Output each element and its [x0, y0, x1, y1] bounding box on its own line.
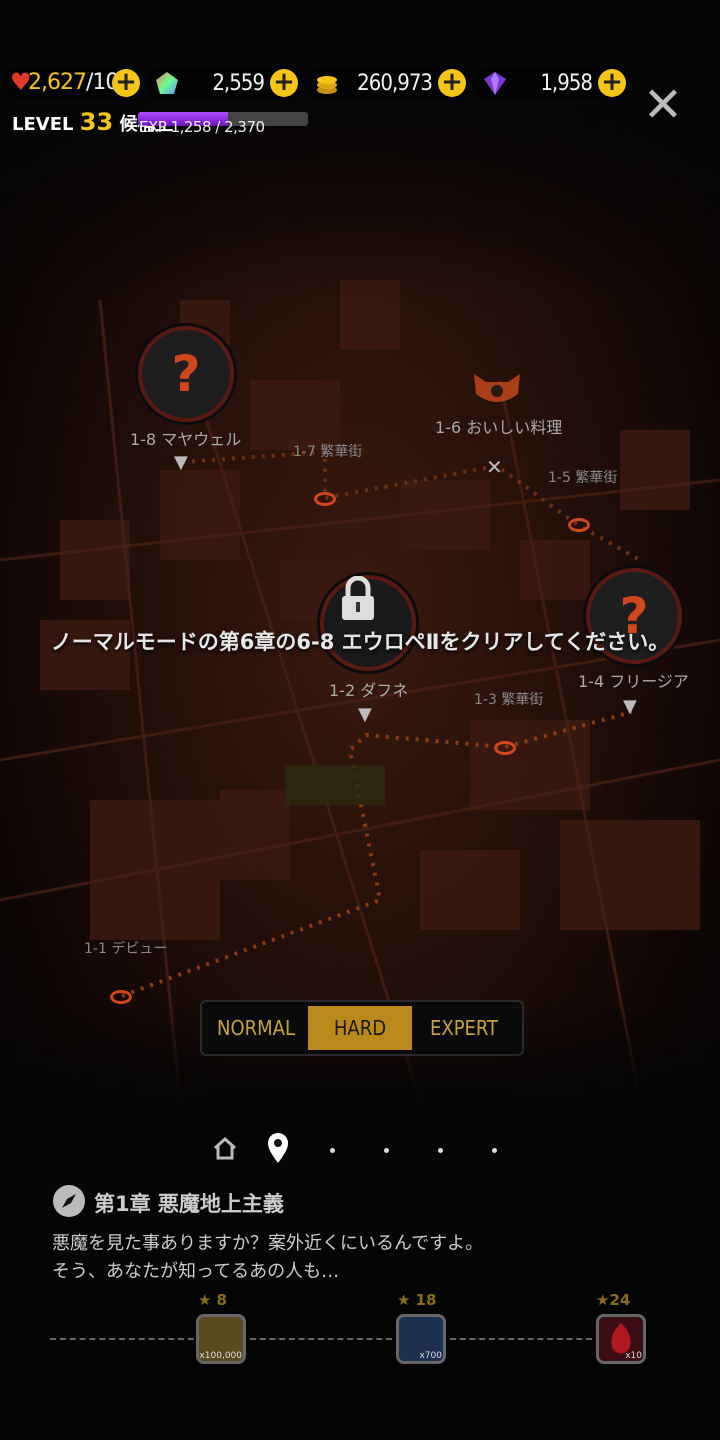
- page-dot[interactable]: [492, 1148, 497, 1153]
- reward-track: [250, 1338, 392, 1340]
- stage-label-1-3: 1-3 繁華街: [474, 692, 544, 708]
- crossed-swords-icon: ✕: [486, 455, 503, 479]
- add-crystals-button[interactable]: +: [598, 69, 626, 97]
- stage-label-1-4: 1-4 フリージア: [578, 672, 689, 691]
- reward-star-count: ★24: [596, 1291, 631, 1309]
- level-number: 33: [79, 108, 114, 136]
- chapter-title: 第1章 悪魔地上主義: [94, 1192, 284, 1216]
- stage-label-1-1: 1-1 デビュー: [84, 941, 168, 957]
- path-node-1-5: [568, 518, 590, 532]
- star-icon: ★: [596, 1291, 610, 1309]
- coin-stack-icon: [317, 76, 337, 94]
- purple-crystal-icon: [484, 72, 506, 95]
- stage-label-1-6: 1-6 おいしい料理: [435, 418, 563, 437]
- stage-label-1-7: 1-7 繁華街: [293, 444, 363, 460]
- unlock-requirement-message: ノーマルモードの第6章の6-8 エウロペⅡをクリアしてください。: [50, 630, 670, 654]
- close-icon[interactable]: ✕: [640, 81, 686, 129]
- unknown-icon: ?: [171, 345, 201, 403]
- cat-face-icon: [472, 372, 522, 406]
- home-icon[interactable]: [212, 1136, 238, 1160]
- chapter-pager: [0, 1132, 720, 1168]
- reward-star-count: ★ 18: [397, 1291, 437, 1309]
- reward-track: [50, 1338, 194, 1340]
- expert-tab[interactable]: EXPERT: [412, 1006, 516, 1050]
- stage-label-1-8: 1-8 マヤウェル: [130, 430, 242, 449]
- reward-chest-ruby[interactable]: x10: [596, 1314, 646, 1364]
- chevron-down-icon: ▼: [358, 704, 372, 725]
- gem-counter: 2,559 +: [146, 66, 300, 100]
- chapter-description: 悪魔を見た事ありますか？案外近くにいるんですよ。 そう、あなたが知ってるあの人も…: [52, 1233, 484, 1282]
- star-icon: ★: [198, 1291, 212, 1309]
- add-coins-button[interactable]: +: [438, 69, 466, 97]
- path-node-1-7: [314, 492, 336, 506]
- chapter-map: ? ? ✕ ▼ ▼ ▼ 1-8 マヤウェル 1-7 繁華街 1-6 おいしい料理…: [0, 0, 720, 1100]
- crystal-counter: 1,958 +: [474, 66, 628, 100]
- stage-label-1-5: 1-5 繁華街: [548, 470, 618, 486]
- path-node-1-3: [494, 741, 516, 755]
- gem-value: 2,559: [212, 70, 265, 96]
- stamina-counter: ♥ 2,627/100 +: [4, 66, 142, 100]
- reward-chest-coins[interactable]: x100,000: [196, 1314, 246, 1364]
- reward-chest-gems[interactable]: x700: [396, 1314, 446, 1364]
- chevron-down-icon: ▼: [623, 696, 637, 717]
- page-dot[interactable]: [330, 1148, 335, 1153]
- stage-node-1-8[interactable]: ?: [138, 326, 234, 422]
- coin-counter: 260,973 +: [306, 66, 468, 100]
- normal-tab[interactable]: NORMAL: [204, 1006, 308, 1050]
- difficulty-selector: NORMAL HARD EXPERT: [200, 1000, 524, 1056]
- exp-text: EXP 1,258 / 2,370: [139, 118, 265, 136]
- hard-tab[interactable]: HARD: [308, 1006, 412, 1050]
- compass-icon: [53, 1185, 85, 1217]
- add-gems-button[interactable]: +: [270, 69, 298, 97]
- resource-bar: ♥ 2,627/100 + 2,559 + 260,973 + 1,958 +: [0, 66, 720, 102]
- page-dot[interactable]: [384, 1148, 389, 1153]
- page-dot[interactable]: [438, 1148, 443, 1153]
- stage-label-1-2: 1-2 ダフネ: [329, 681, 409, 700]
- coin-value: 260,973: [357, 70, 433, 96]
- star-icon: ★: [397, 1291, 411, 1309]
- lock-icon: [340, 575, 376, 622]
- chevron-down-icon: ▼: [174, 452, 188, 473]
- reward-star-count: ★ 8: [198, 1291, 227, 1309]
- crystal-value: 1,958: [540, 70, 593, 96]
- reward-track: [450, 1338, 592, 1340]
- add-stamina-button[interactable]: +: [112, 69, 140, 97]
- map-pin-icon[interactable]: [266, 1132, 290, 1164]
- rainbow-gem-icon: [156, 72, 178, 94]
